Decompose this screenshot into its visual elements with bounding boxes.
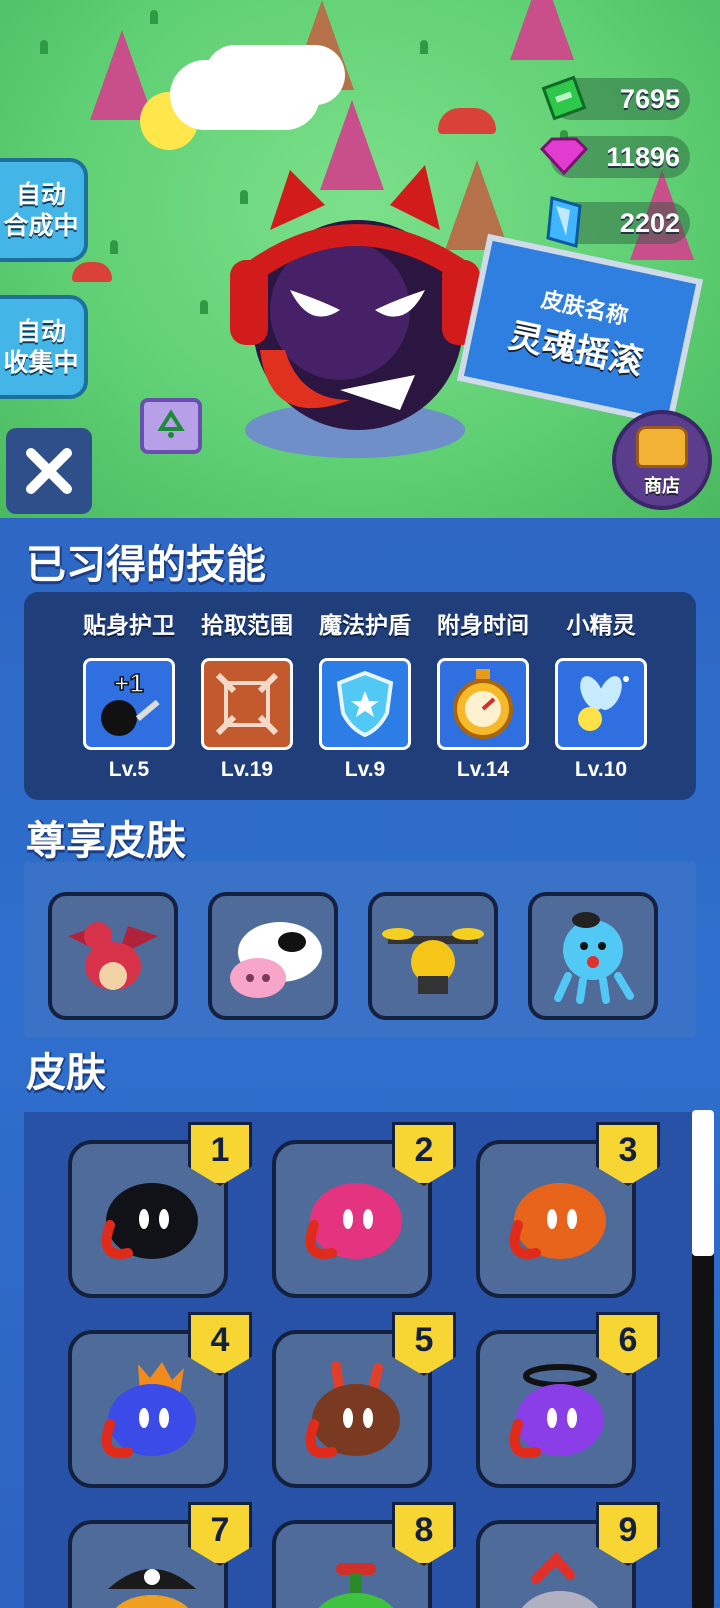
grass (110, 240, 118, 254)
skin-number: 6 (618, 1321, 638, 1359)
pirate-slime-icon (108, 1569, 196, 1608)
shop-button[interactable]: 商店 (612, 410, 712, 510)
grass (420, 40, 428, 54)
stopwatch-icon (437, 658, 529, 750)
green-gem-count: 7695 (619, 83, 680, 114)
skill-item[interactable]: 贴身护卫 +1 Lv.5 (70, 606, 188, 782)
skill-level: Lv.9 (344, 758, 386, 781)
skill-item[interactable]: 小精灵 Lv.10 (542, 606, 660, 782)
slime-icon (509, 1183, 606, 1259)
currency-green-gem: 7695 (541, 75, 690, 121)
skill-item[interactable]: 魔法护盾 Lv.9 (306, 606, 424, 782)
premium-skins-list (24, 862, 696, 1038)
range-icon (201, 658, 293, 750)
drone-icon (382, 928, 484, 994)
grass (40, 40, 48, 54)
shield-icon (319, 658, 411, 750)
premium-skin-card[interactable] (528, 892, 658, 1020)
cloud (170, 60, 320, 130)
skill-name: 拾取范围 (201, 613, 293, 639)
shop-label: 商店 (644, 476, 680, 497)
skin-number: 8 (414, 1511, 434, 1549)
skill-name: 小精灵 (566, 613, 636, 639)
halo-slime-icon (509, 1364, 604, 1458)
pink-gem-icon (538, 130, 590, 182)
skin-number: 2 (414, 1131, 434, 1169)
recycle-bin[interactable] (140, 398, 202, 454)
treasure-chest-icon (636, 426, 688, 468)
skins-title: 皮肤 (26, 1050, 106, 1096)
skin-number: 9 (618, 1511, 638, 1549)
close-icon (26, 448, 72, 494)
skill-level: Lv.10 (574, 758, 628, 781)
skill-level: Lv.5 (108, 758, 150, 781)
skill-item[interactable]: 拾取范围 Lv.19 (188, 606, 306, 782)
skill-level: Lv.14 (456, 758, 510, 781)
skill-item[interactable]: 附身时间 Lv.14 (424, 606, 542, 782)
skin-number: 7 (210, 1511, 230, 1549)
grass (150, 10, 158, 24)
premium-skins-title: 尊享皮肤 (26, 818, 186, 864)
auto-collect-button[interactable]: 自动 收集中 (0, 295, 88, 399)
pink-gem-count: 11896 (606, 141, 680, 172)
premium-skin-card[interactable] (368, 892, 498, 1020)
dragon-icon (68, 922, 158, 990)
player-character (230, 160, 480, 460)
auto-merge-button[interactable]: 自动 合成中 (0, 158, 88, 262)
skin-number: 3 (618, 1131, 638, 1169)
slime-icon (305, 1183, 402, 1259)
recycle-icon (157, 409, 185, 438)
skill-badge: +1 (114, 668, 144, 698)
flower-slime-icon (318, 1563, 394, 1608)
game-scene: 皮肤名称 灵魂摇滚 7695 11896 2202 自动 合成中 自动 收集中 (0, 0, 720, 520)
green-gem-icon (538, 72, 590, 124)
mushroom (72, 262, 112, 282)
blue-crystal-count: 2202 (619, 207, 680, 238)
tree (510, 0, 574, 60)
skill-name: 贴身护卫 (83, 613, 175, 639)
close-button[interactable] (6, 428, 92, 514)
skin-name-sign: 皮肤名称 灵魂摇滚 (456, 233, 704, 427)
auto-collect-label: 自动 收集中 (3, 317, 79, 377)
skin-number: 4 (210, 1321, 230, 1359)
skill-level: Lv.19 (220, 758, 274, 781)
skin-panel: 已习得的技能 贴身护卫 +1 Lv.5 拾取范围 Lv.19 魔法护盾 Lv.9… (0, 518, 720, 1608)
blue-crystal-icon (538, 196, 590, 248)
helmet-slime-icon (521, 1551, 599, 1608)
auto-merge-label: 自动 合成中 (3, 180, 79, 240)
cow-icon (230, 922, 322, 998)
currency-pink-gem: 11896 (539, 136, 690, 178)
skill-name: 魔法护盾 (319, 613, 411, 639)
premium-skin-card[interactable] (208, 892, 338, 1020)
grass (200, 300, 208, 314)
skins-grid: 1 2 3 4 5 6 7 8 9 (24, 1112, 696, 1608)
currency-blue-crystal: 2202 (546, 196, 690, 248)
crown-slime-icon (101, 1362, 196, 1458)
learned-skills-title: 已习得的技能 (26, 542, 266, 588)
skins-scrollbar[interactable] (692, 1110, 714, 1608)
slime-icon (101, 1183, 198, 1259)
guard-icon: +1 (83, 658, 175, 750)
scroll-thumb[interactable] (692, 1110, 714, 1256)
skill-name: 附身时间 (437, 613, 529, 639)
skin-number: 1 (210, 1131, 230, 1169)
premium-skin-card[interactable] (48, 892, 178, 1020)
skin-number: 5 (414, 1321, 434, 1359)
skills-box: 贴身护卫 +1 Lv.5 拾取范围 Lv.19 魔法护盾 Lv.9 附身时间 L… (24, 592, 696, 800)
mushroom (438, 108, 496, 134)
antler-slime-icon (305, 1361, 400, 1458)
fairy-icon (555, 658, 647, 750)
octopus-icon (554, 912, 634, 1004)
